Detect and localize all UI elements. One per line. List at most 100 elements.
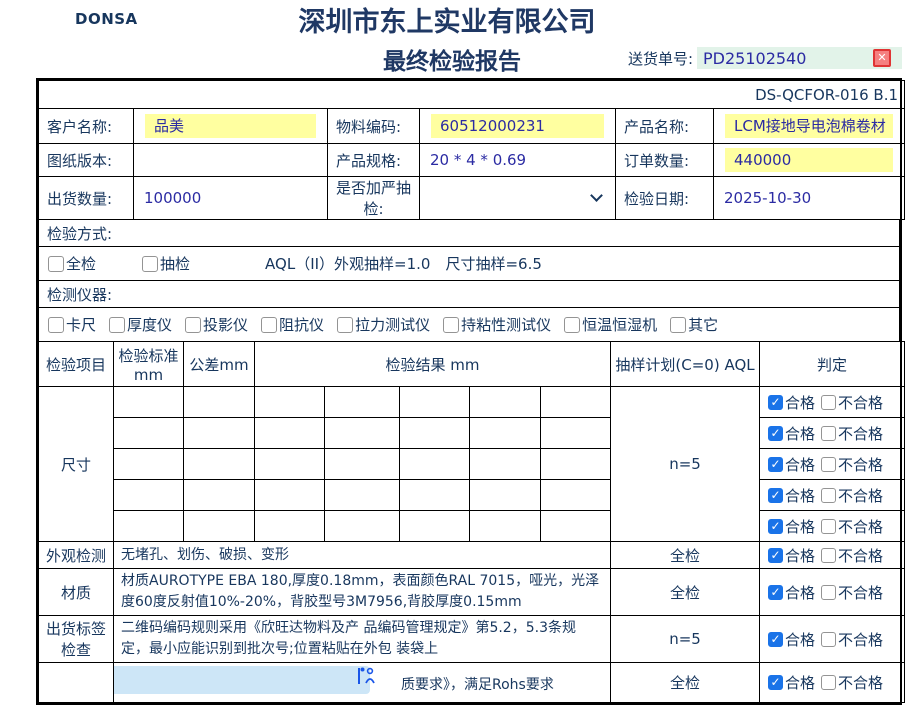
thickness-gauge-checkbox[interactable] (109, 317, 125, 333)
result-cell[interactable] (541, 511, 611, 542)
result-cell[interactable] (255, 511, 325, 542)
pass-checkbox[interactable]: ✓ (768, 488, 783, 503)
instrument-option-impedance-meter[interactable]: 阻抗仪 (261, 314, 337, 335)
result-cell[interactable] (325, 449, 400, 480)
instrument-option-thickness-gauge[interactable]: 厚度仪 (109, 314, 185, 335)
result-cell[interactable] (255, 449, 325, 480)
tolerance-cell[interactable] (184, 511, 255, 542)
result-cell[interactable] (255, 418, 325, 449)
col-header-standard: 检验标准mm (114, 342, 184, 387)
result-cell[interactable] (470, 480, 541, 511)
dimension-item-label: 尺寸 (39, 387, 114, 542)
fail-checkbox[interactable] (821, 632, 836, 647)
product-spec-value[interactable]: 20 * 4 * 0.69 (420, 144, 616, 177)
pass-checkbox[interactable]: ✓ (768, 585, 783, 600)
sample-inspection-checkbox[interactable] (142, 256, 158, 272)
shipping-label-row: 出货标签检查 二维码编码规则采用《欣旺达物料及产 品编码管理规定》第5.2，5.… (39, 616, 905, 663)
product-name-input[interactable]: LCM接地导电泡棉卷材 (725, 114, 893, 138)
tension-tester-checkbox[interactable] (337, 317, 353, 333)
projector-checkbox[interactable] (185, 317, 201, 333)
drawing-version-label: 图纸版本: (39, 144, 134, 177)
chevron-down-icon[interactable] (590, 189, 603, 202)
fail-checkbox[interactable] (821, 519, 836, 534)
result-cell[interactable] (325, 480, 400, 511)
standard-cell[interactable] (114, 449, 184, 480)
info-table: DS-QCFOR-016 B.1 客户名称: 品美 物料编码: 60512000… (38, 80, 905, 220)
tolerance-cell[interactable] (184, 387, 255, 418)
result-cell[interactable] (255, 480, 325, 511)
climate-chamber-checkbox[interactable] (564, 317, 580, 333)
fail-checkbox[interactable] (821, 675, 836, 690)
instrument-option-adhesion-tester[interactable]: 持粘性测试仪 (443, 314, 564, 335)
result-cell[interactable] (255, 387, 325, 418)
shipping-label-plan: n=5 (611, 616, 760, 663)
pass-checkbox[interactable]: ✓ (768, 457, 783, 472)
sample-inspection-option[interactable]: 抽检 (142, 253, 203, 274)
pass-label: 合格 (785, 423, 815, 444)
result-cell[interactable] (400, 387, 470, 418)
result-cell[interactable] (541, 418, 611, 449)
result-cell[interactable] (541, 387, 611, 418)
standard-cell[interactable] (114, 387, 184, 418)
ship-qty-value[interactable]: 100000 (134, 177, 328, 220)
fail-checkbox[interactable] (821, 488, 836, 503)
result-cell[interactable] (400, 511, 470, 542)
result-cell[interactable] (400, 449, 470, 480)
result-cell[interactable] (325, 511, 400, 542)
pass-checkbox[interactable]: ✓ (768, 426, 783, 441)
standard-cell[interactable] (114, 418, 184, 449)
instrument-option-other[interactable]: 其它 (670, 314, 731, 335)
full-inspection-checkbox[interactable] (48, 256, 64, 272)
check-icon: ✓ (770, 426, 780, 440)
pass-checkbox[interactable]: ✓ (768, 632, 783, 647)
instrument-option-climate-chamber[interactable]: 恒温恒湿机 (564, 314, 670, 335)
delivery-number-input[interactable]: PD25102540 ✕ (697, 47, 902, 69)
pass-label: 合格 (785, 485, 815, 506)
fail-checkbox[interactable] (821, 585, 836, 600)
customer-input[interactable]: 品美 (145, 114, 316, 138)
instruments-section-label: 检测仪器: (39, 281, 900, 308)
impedance-meter-checkbox[interactable] (261, 317, 277, 333)
drawing-version-input[interactable] (134, 144, 328, 177)
instrument-option-projector[interactable]: 投影仪 (185, 314, 261, 335)
adhesion-tester-checkbox[interactable] (443, 317, 459, 333)
instrument-option-tension-tester[interactable]: 拉力测试仪 (337, 314, 443, 335)
results-table: 检验项目 检验标准mm 公差mm 检验结果 mm 抽样计划(C=0) AQL 判… (38, 341, 905, 703)
pass-checkbox[interactable]: ✓ (768, 675, 783, 690)
inspection-date-value[interactable]: 2025-10-30 (714, 177, 905, 220)
strict-inspection-dropdown[interactable] (420, 177, 616, 220)
aql-note: AQL（II）外观抽样=1.0 尺寸抽样=6.5 (265, 253, 542, 274)
fail-checkbox[interactable] (821, 426, 836, 441)
result-cell[interactable] (470, 449, 541, 480)
result-cell[interactable] (541, 480, 611, 511)
result-cell[interactable] (325, 418, 400, 449)
full-inspection-option[interactable]: 全检 (48, 253, 109, 274)
other-checkbox[interactable] (670, 317, 686, 333)
fail-checkbox[interactable] (821, 395, 836, 410)
result-cell[interactable] (470, 418, 541, 449)
caliper-checkbox[interactable] (48, 317, 64, 333)
tolerance-cell[interactable] (184, 418, 255, 449)
pass-checkbox[interactable]: ✓ (768, 395, 783, 410)
result-cell[interactable] (470, 387, 541, 418)
clear-delete-icon[interactable]: ✕ (873, 49, 891, 67)
result-cell[interactable] (470, 511, 541, 542)
order-qty-input[interactable]: 440000 (725, 148, 893, 172)
appearance-item-label: 外观检测 (39, 542, 114, 569)
material-code-input[interactable]: 60512000231 (431, 114, 604, 138)
instrument-option-caliper[interactable]: 卡尺 (48, 314, 109, 335)
standard-cell[interactable] (114, 511, 184, 542)
inspection-date-label: 检验日期: (616, 177, 714, 220)
fail-checkbox[interactable] (821, 548, 836, 563)
result-cell[interactable] (400, 480, 470, 511)
fail-checkbox[interactable] (821, 457, 836, 472)
tolerance-cell[interactable] (184, 449, 255, 480)
result-cell[interactable] (325, 387, 400, 418)
pass-checkbox[interactable]: ✓ (768, 519, 783, 534)
result-cell[interactable] (400, 418, 470, 449)
standard-cell[interactable] (114, 480, 184, 511)
result-cell[interactable] (541, 449, 611, 480)
fail-label: 不合格 (838, 516, 883, 537)
pass-checkbox[interactable]: ✓ (768, 548, 783, 563)
tolerance-cell[interactable] (184, 480, 255, 511)
